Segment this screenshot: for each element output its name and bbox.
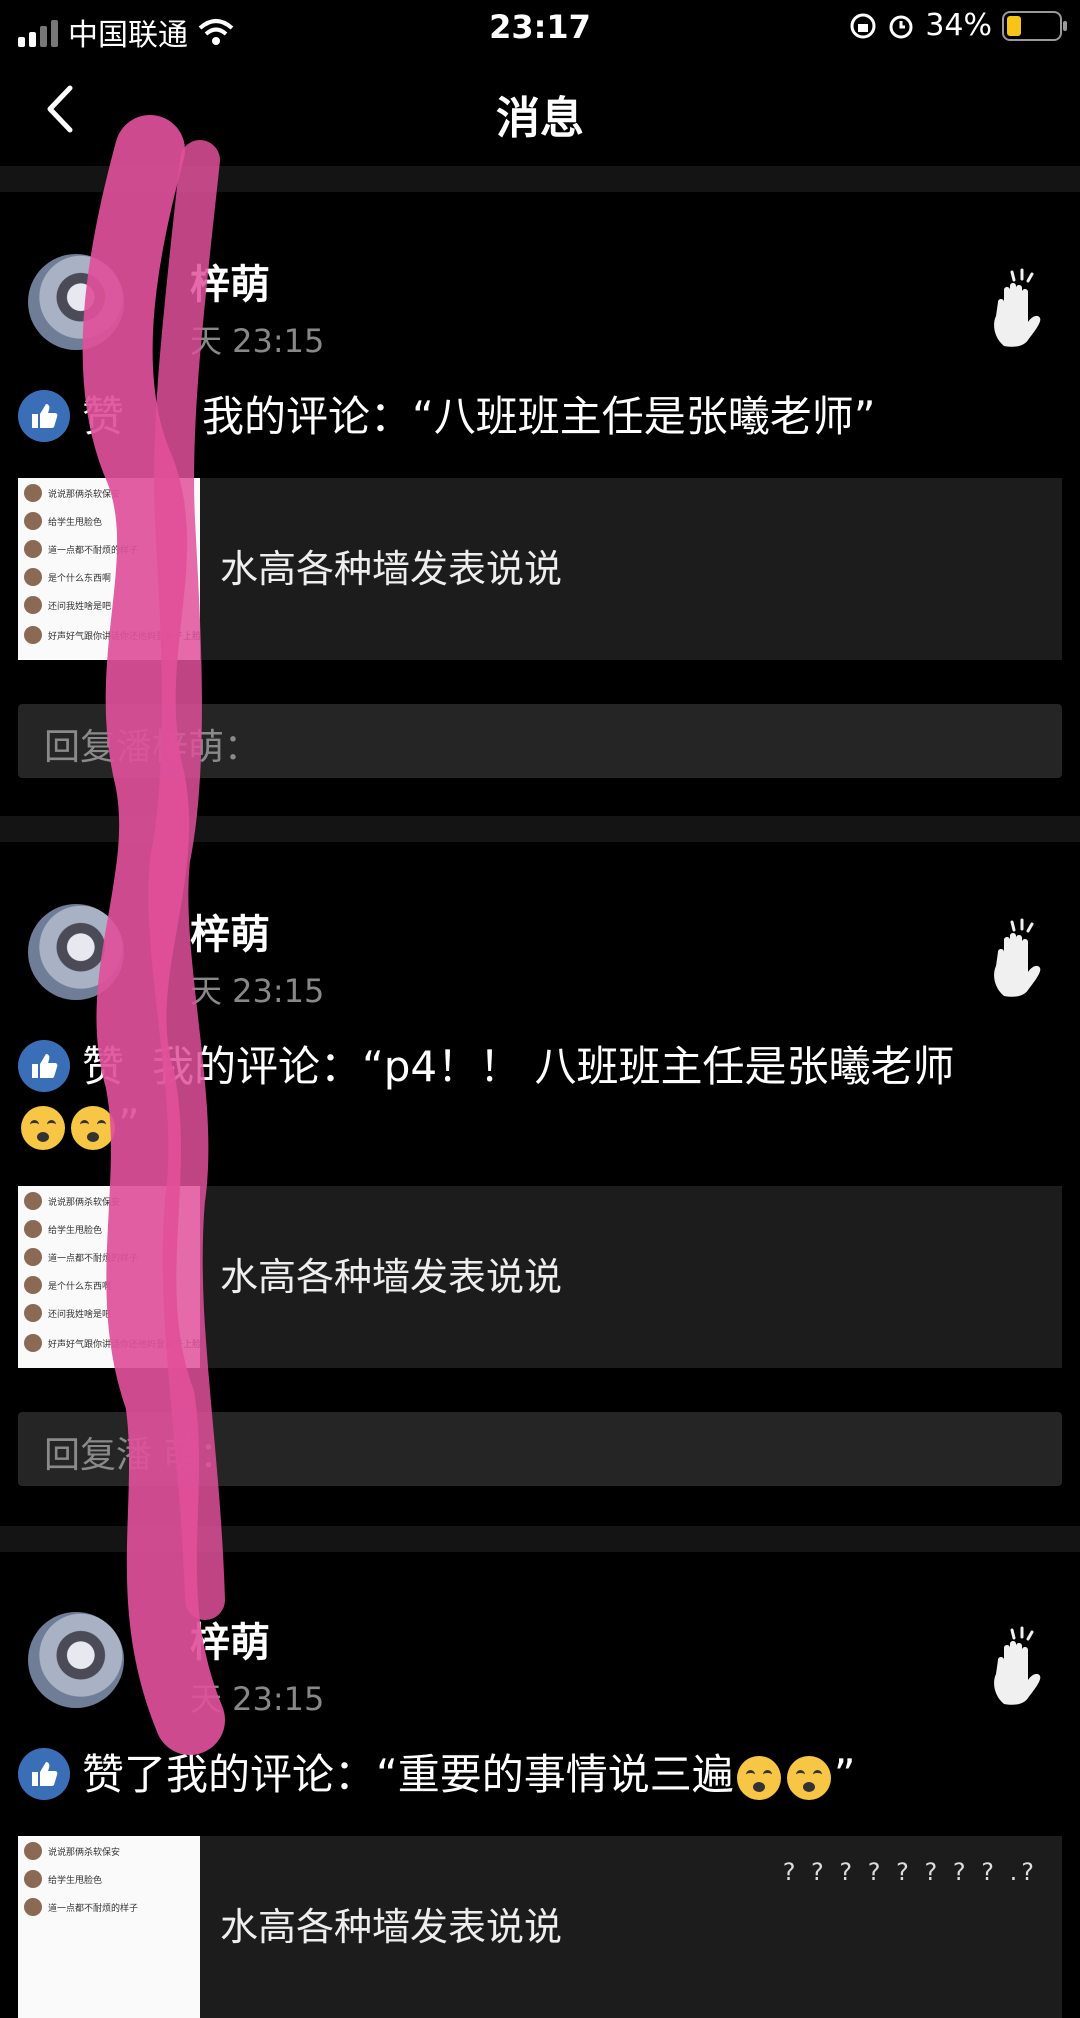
- like-suffix: ”: [833, 1750, 856, 1799]
- status-bar: 中国联通 23:17 34%: [0, 0, 1080, 56]
- avatar[interactable]: [28, 1612, 124, 1708]
- user-name[interactable]: 梓萌: [190, 1610, 270, 1668]
- thumbs-up-icon: [18, 1747, 70, 1800]
- wave-hand-icon[interactable]: [988, 1626, 1050, 1706]
- post-preview[interactable]: 说说那俩杀软保安 给学生甩脸色 道一点都不耐烦的样子 是个什么东西啊 还问我姓啥…: [18, 1186, 1062, 1368]
- thumbs-up-icon: [18, 1039, 70, 1092]
- reply-placeholder: 回复潘梓萌：: [44, 727, 261, 768]
- page-title: 消息: [496, 93, 584, 144]
- battery-icon: [1002, 10, 1067, 41]
- like-description: 赞我的评论：“p4！！ 八班班主任是张曦老师 ”: [18, 1038, 1058, 1154]
- user-name[interactable]: 梓萌: [190, 252, 270, 310]
- message-time: 天 23:15: [190, 972, 325, 1010]
- like-prefix: 赞: [82, 392, 125, 441]
- like-text: 我的评论：“p4！！ 八班班主任是张曦老师: [152, 1042, 955, 1091]
- wave-hand-icon[interactable]: [988, 268, 1050, 348]
- wave-hand-icon[interactable]: [988, 918, 1050, 998]
- avatar[interactable]: [28, 904, 124, 1000]
- user-name[interactable]: 梓萌: [190, 902, 270, 960]
- section-divider: [0, 816, 1080, 842]
- like-prefix: 赞了: [82, 1750, 167, 1799]
- post-title: 水高各种墙发表说说: [220, 547, 563, 591]
- post-thumbnail: 说说那俩杀软保安 给学生甩脸色 道一点都不耐烦的样子 是个什么东西啊 还问我姓啥…: [18, 478, 200, 660]
- message-time: 天 23:15: [190, 322, 325, 360]
- like-suffix: ”: [118, 1100, 140, 1149]
- crying-emoji-icon: [71, 1105, 115, 1150]
- rotation-lock-icon: [850, 13, 876, 38]
- message-card[interactable]: 梓萌 天 23:15 赞 我的评论：“八班班主任是张曦老师” 说说那俩杀软保安 给…: [0, 192, 1080, 812]
- post-preview[interactable]: 说说那俩杀软保安 给学生甩脸色 道一点都不耐烦的样子 是个什么东西啊 还问我姓啥…: [18, 478, 1062, 660]
- alarm-icon: [889, 15, 913, 38]
- avatar[interactable]: [28, 254, 124, 350]
- battery-percent: 34%: [925, 8, 992, 43]
- like-text: 我的评论：“重要的事情说三遍: [166, 1750, 734, 1799]
- like-prefix: 赞: [82, 1042, 125, 1091]
- like-description: 赞 我的评论：“八班班主任是张曦老师”: [18, 388, 1058, 446]
- reply-input[interactable]: 回复潘梓萌：: [18, 704, 1062, 778]
- thumbs-up-icon: [18, 389, 70, 442]
- watermark-text: ? ? ? ? ? ? ? ? .?: [782, 1858, 1038, 1886]
- crying-emoji-icon: [736, 1755, 781, 1800]
- reply-input[interactable]: 回复潘 萌：: [18, 1412, 1062, 1486]
- post-thumbnail: 说说那俩杀软保安 给学生甩脸色 道一点都不耐烦的样子 是个什么东西啊 还问我姓啥…: [18, 1186, 200, 1368]
- section-divider: [0, 166, 1080, 192]
- message-time: 天 23:15: [190, 1680, 325, 1718]
- reply-placeholder: 回复潘 萌：: [44, 1435, 236, 1476]
- nav-bar: 消息: [0, 56, 1080, 166]
- message-card[interactable]: 梓萌 天 23:15 赞我的评论：“p4！！ 八班班主任是张曦老师 ” 说说那俩…: [0, 842, 1080, 1522]
- post-title: 水高各种墙发表说说: [220, 1255, 563, 1299]
- post-title: 水高各种墙发表说说: [220, 1905, 563, 1949]
- post-thumbnail: 说说那俩杀软保安 给学生甩脸色 道一点都不耐烦的样子: [18, 1836, 200, 2018]
- like-text: 我的评论：“八班班主任是张曦老师”: [202, 392, 876, 441]
- like-description: 赞了我的评论：“重要的事情说三遍 ”: [18, 1746, 1058, 1804]
- section-divider: [0, 1526, 1080, 1552]
- crying-emoji-icon: [21, 1105, 65, 1150]
- crying-emoji-icon: [786, 1755, 831, 1800]
